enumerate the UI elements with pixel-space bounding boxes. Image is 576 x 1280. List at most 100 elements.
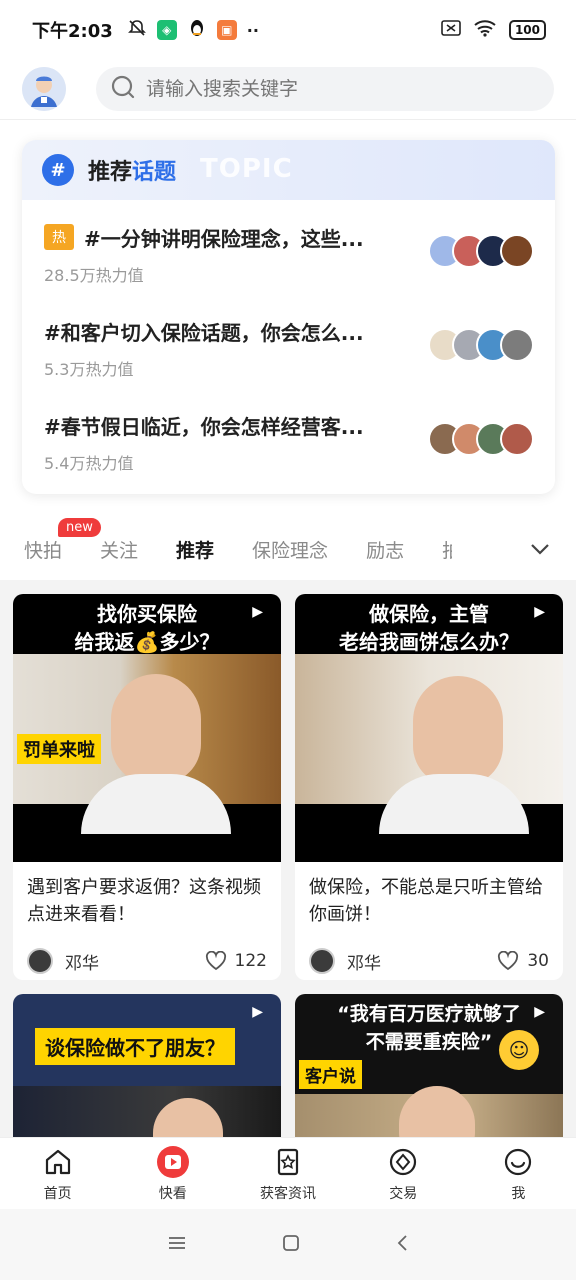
back-icon[interactable] (395, 1234, 409, 1256)
search-input[interactable] (146, 78, 486, 100)
user-avatar[interactable] (22, 67, 66, 111)
nav-home[interactable]: 首页 (0, 1138, 115, 1209)
presenter-shirt (81, 774, 231, 834)
search-header (0, 60, 576, 118)
topic-watermark: TOPIC (200, 154, 293, 184)
heart-icon (498, 951, 519, 971)
header-divider (0, 119, 576, 120)
topic-text: #春节假日临近，你会怎样经营客... (44, 414, 364, 439)
video-caption: 谈保险做不了朋友？ (35, 1028, 235, 1065)
status-notification-icons: ◈ ▣ ·· (127, 18, 259, 42)
caption-line: 老给我画饼怎么办？ (339, 630, 519, 654)
video-card-2[interactable]: 做保险，主管 老给我画饼怎么办？ ▶ 做保险，不能总是只听主管给你画饼！ 邓华 … (295, 594, 563, 980)
system-nav-bar (0, 1209, 576, 1280)
topic-text: #一分钟讲明保险理念，这些... (84, 226, 364, 251)
caption-line: “我有百万医疗就够了 (337, 1003, 521, 1025)
play-icon: ▶ (534, 604, 545, 620)
tab-label: 快拍 (24, 539, 63, 562)
nav-label: 获客资讯 (260, 1185, 316, 1202)
play-icon: ▶ (252, 604, 263, 620)
nav-label: 交易 (389, 1185, 418, 1202)
hot-badge: 热 (44, 224, 74, 250)
nav-me[interactable]: 我 (461, 1138, 576, 1209)
video-thumbnail[interactable]: 做保险，主管 老给我画饼怎么办？ ▶ (295, 594, 563, 862)
caption-line: 给我返💰多少？ (74, 630, 220, 654)
author-avatar[interactable] (27, 948, 53, 974)
video-title: 遇到客户要求返佣？这条视频点进来看看！ (27, 877, 261, 925)
author-name[interactable]: 邓华 (65, 949, 99, 974)
topic-title-part1: 推荐 (88, 160, 133, 185)
tab-inspiration[interactable]: 励志 (366, 536, 404, 563)
tab-quick-shot[interactable]: 快拍 new (24, 517, 101, 563)
hash-icon: # (42, 154, 74, 186)
tab-insurance-concept[interactable]: 保险理念 (252, 536, 328, 563)
video-caption: 做保险，主管 老给我画饼怎么办？ (295, 600, 563, 656)
nav-trade[interactable]: 交易 (346, 1138, 461, 1209)
home-icon (41, 1145, 75, 1179)
participant-avatars (428, 328, 534, 362)
tab-follow[interactable]: 关注 (100, 536, 138, 563)
like-button[interactable]: 122 (205, 951, 267, 971)
diamond-icon (386, 1145, 420, 1179)
recommended-topics-card: # 推荐话题 TOPIC 热 #一分钟讲明保险理念，这些... 28.5万热力值… (22, 140, 555, 494)
video-thumbnail[interactable]: 谈保险做不了朋友？ ▶ (13, 994, 281, 1137)
battery-indicator: 100 (508, 20, 546, 40)
video-title: 做保险，不能总是只听主管给你画饼！ (309, 877, 543, 925)
more-dots-icon: ·· (246, 20, 259, 40)
author-name[interactable]: 邓华 (347, 949, 381, 974)
play-icon: ▶ (252, 1004, 263, 1020)
status-time: 下午2:03 (32, 21, 113, 42)
nav-leads-news[interactable]: 获客资讯 (230, 1138, 345, 1209)
video-thumbnail[interactable]: 找你买保险 给我返💰多少？ ▶ 罚单来啦 (13, 594, 281, 862)
caption-line: 找你买保险 (97, 602, 197, 626)
video-card-3[interactable]: 谈保险做不了朋友？ ▶ (13, 994, 281, 1137)
relieved-emoji-icon: ☺ (499, 1030, 539, 1070)
like-count: 122 (234, 951, 267, 971)
participant-avatar (500, 422, 534, 456)
tab-recommend[interactable]: 推荐 (176, 536, 214, 563)
home-square-icon[interactable] (282, 1234, 300, 1256)
nav-label: 我 (511, 1185, 526, 1202)
like-count: 30 (527, 951, 549, 971)
participant-avatar (500, 234, 534, 268)
shield-app-icon: ◈ (156, 20, 177, 40)
video-caption: 找你买保险 给我返💰多少？ (13, 600, 281, 656)
nav-label: 首页 (43, 1185, 72, 1202)
video-sticker: 客户说 (299, 1060, 362, 1089)
presenter-face (413, 676, 503, 786)
chevron-down-icon[interactable] (530, 540, 550, 561)
news-book-icon (271, 1145, 305, 1179)
status-right: 100 (441, 19, 546, 41)
video-card-4[interactable]: “我有百万医疗就够了 不需要重疾险” ☺ ▶ 客户说 (295, 994, 563, 1137)
search-icon (110, 74, 136, 104)
video-sticker: 罚单来啦 (17, 734, 101, 764)
play-icon: ▶ (534, 1004, 545, 1020)
topic-card-header: # 推荐话题 TOPIC (22, 140, 555, 200)
video-scene (295, 654, 563, 834)
smile-face-icon (501, 1145, 535, 1179)
video-card-1[interactable]: 找你买保险 给我返💰多少？ ▶ 罚单来啦 遇到客户要求返佣？这条视频点进来看看！… (13, 594, 281, 980)
heart-icon (205, 951, 226, 971)
category-tabs: 快拍 new 关注 推荐 保险理念 励志 拍 (0, 517, 576, 578)
bottom-nav: 首页 快看 获客资讯 交易 我 (0, 1137, 576, 1209)
nav-label: 快看 (158, 1185, 187, 1202)
wifi-icon (473, 19, 497, 41)
video-thumbnail[interactable]: “我有百万医疗就够了 不需要重疾险” ☺ ▶ 客户说 (295, 994, 563, 1137)
qq-penguin-icon (187, 18, 207, 42)
caption-line: 做保险，主管 (369, 602, 489, 626)
menu-icon[interactable] (167, 1235, 187, 1255)
author-avatar[interactable] (309, 948, 335, 974)
presenter-face (111, 674, 201, 784)
topic-item-3[interactable]: #春节假日临近，你会怎样经营客... 5.4万热力值 (44, 408, 534, 478)
topic-item-1[interactable]: 热 #一分钟讲明保险理念，这些... 28.5万热力值 (44, 220, 534, 290)
tab-partial[interactable]: 拍 (442, 536, 452, 563)
card-footer: 邓华 30 (295, 936, 563, 980)
mute-bell-icon (127, 18, 147, 42)
video-feed: 找你买保险 给我返💰多少？ ▶ 罚单来啦 遇到客户要求返佣？这条视频点进来看看！… (0, 580, 576, 1137)
video-scene (13, 1086, 281, 1137)
nav-quick-view[interactable]: 快看 (115, 1138, 230, 1209)
like-button[interactable]: 30 (497, 951, 549, 971)
status-bar: 下午2:03 ◈ ▣ ·· 100 (0, 0, 576, 60)
topic-item-2[interactable]: #和客户切入保险话题，你会怎么... 5.3万热力值 (44, 314, 534, 384)
search-box[interactable] (96, 67, 554, 111)
